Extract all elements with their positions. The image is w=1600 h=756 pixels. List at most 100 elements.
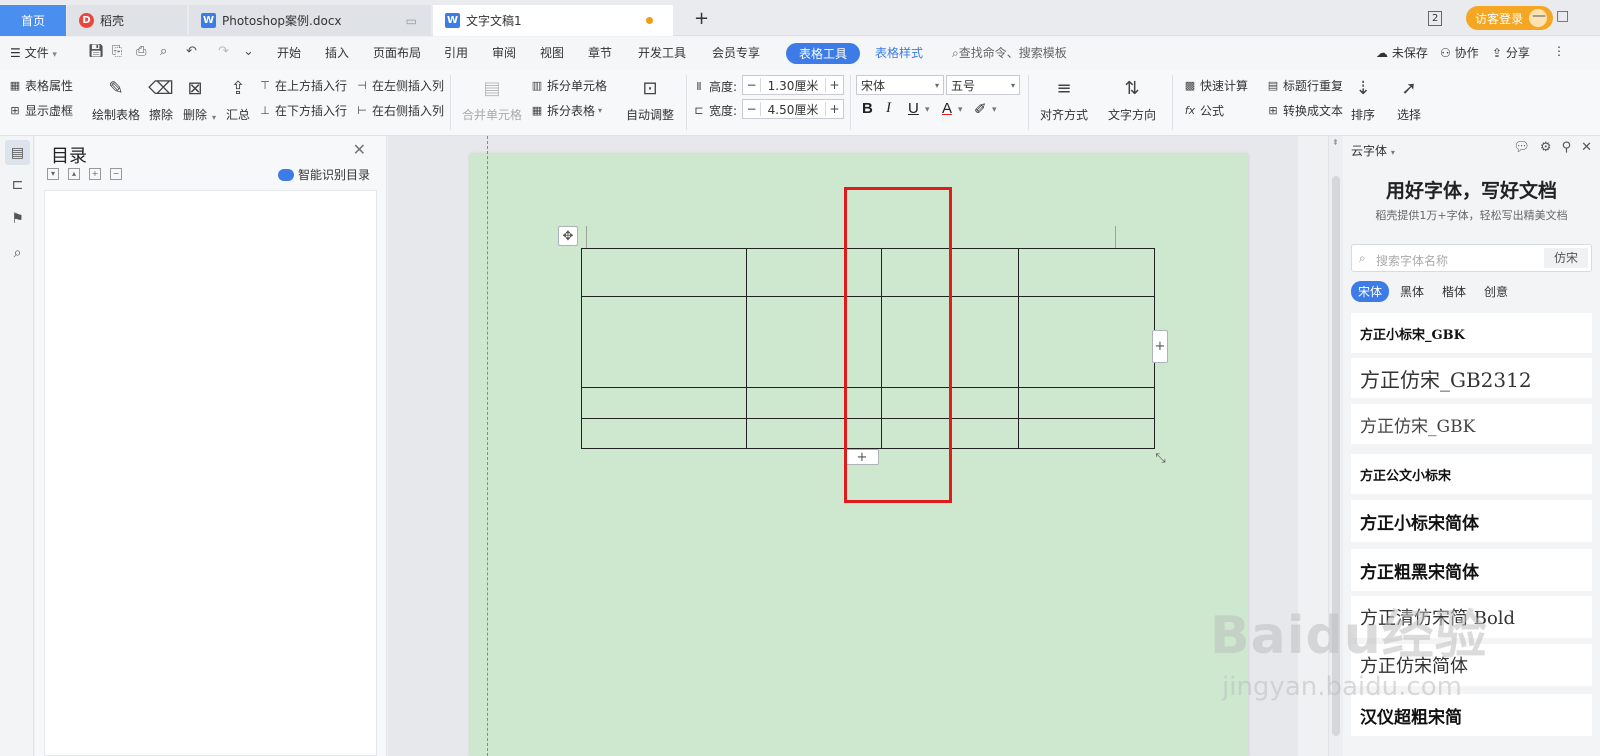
font-item[interactable]: 方正清仿宋简 Bold [1351, 596, 1592, 638]
collaborate-button[interactable]: ⚇ 协作 [1440, 44, 1479, 61]
menu-page-layout[interactable]: 页面布局 [373, 44, 421, 61]
summary-button[interactable]: ⇪ 汇总 [225, 75, 251, 123]
font-item[interactable]: 方正公文小标宋 [1351, 454, 1592, 494]
more-icon[interactable]: ⋮ [1553, 44, 1565, 58]
align-button[interactable]: ≡ 对齐方式 [1040, 75, 1088, 123]
table-cell[interactable] [1018, 387, 1155, 419]
expand-icon[interactable]: ▴ [68, 168, 80, 180]
increase-width-button[interactable]: + [825, 102, 843, 116]
bookmark-icon[interactable]: ⚑ [9, 210, 26, 227]
document-canvas[interactable]: ✥ + + ⤡ [388, 136, 1298, 756]
show-grid-button[interactable]: ⊞ 显示虚框 [8, 102, 73, 119]
chevron-down-icon[interactable]: ▾ [958, 105, 963, 115]
table-cell[interactable] [581, 296, 747, 388]
draw-table-button[interactable]: ✎ 绘制表格 [92, 75, 140, 123]
menu-developer[interactable]: 开发工具 [638, 44, 686, 61]
navigation-icon[interactable]: ⊏ [9, 176, 26, 193]
unsaved-status[interactable]: ☁ 未保存 [1376, 44, 1428, 61]
menu-chapter[interactable]: 章节 [588, 44, 612, 61]
category-heiti[interactable]: 黑体 [1393, 281, 1431, 302]
menu-table-style[interactable]: 表格样式 [875, 44, 923, 61]
table-cell[interactable] [1018, 248, 1155, 297]
height-stepper[interactable]: −1.30厘米 + [742, 75, 844, 95]
table-properties-button[interactable]: ▦ 表格属性 [8, 77, 73, 94]
formula-button[interactable]: fx 公式 [1183, 102, 1224, 119]
font-color-button[interactable]: A [942, 100, 952, 117]
increase-height-button[interactable]: + [825, 78, 843, 92]
insert-row-below-button[interactable]: ⊥ 在下方插入行 [258, 102, 347, 119]
font-item[interactable]: 方正仿宋_GB2312 [1351, 358, 1592, 398]
new-tab-button[interactable]: + [694, 8, 709, 29]
search-icon[interactable]: ⌕ [9, 244, 26, 261]
window-count-badge[interactable]: 2 [1428, 6, 1443, 30]
category-creative[interactable]: 创意 [1477, 281, 1515, 302]
font-item[interactable]: 方正小标宋_GBK [1351, 313, 1592, 353]
convert-to-text-button[interactable]: ⊞ 转换成文本 [1266, 102, 1343, 119]
insert-row-above-button[interactable]: ⊤ 在上方插入行 [258, 77, 347, 94]
decrease-width-button[interactable]: − [743, 102, 761, 116]
width-stepper[interactable]: −4.50厘米 + [742, 99, 844, 119]
underline-button[interactable]: U [908, 100, 919, 117]
menu-review[interactable]: 审阅 [492, 44, 516, 61]
table-cell[interactable] [1018, 296, 1155, 388]
chat-icon[interactable]: 💬︎ [1513, 140, 1530, 155]
print-icon[interactable]: ⎙ [136, 44, 146, 59]
text-direction-button[interactable]: ⇅ 文字方向 [1108, 75, 1156, 123]
font-search-suggestion[interactable]: 仿宋 [1543, 248, 1588, 268]
erase-button[interactable]: ⌫ 擦除 [148, 75, 174, 123]
tab-document-1[interactable]: W 文字文稿1 [433, 5, 673, 36]
menu-reference[interactable]: 引用 [444, 44, 468, 61]
menu-view[interactable]: 视图 [540, 44, 564, 61]
close-icon[interactable]: ✕ [1581, 140, 1592, 155]
chevron-down-icon[interactable]: ▾ [992, 105, 997, 115]
file-menu[interactable]: ☰ 文件 ▾ [10, 44, 57, 61]
command-search[interactable]: ⌕查找命令、搜索模板 [952, 44, 1067, 61]
tab-home[interactable]: 首页 [0, 5, 66, 36]
merge-cells-button[interactable]: ▤ 合并单元格 [462, 75, 522, 123]
menu-insert[interactable]: 插入 [325, 44, 349, 61]
font-item[interactable]: 方正小标宋简体 [1351, 500, 1592, 542]
undo-icon[interactable]: ↶ [186, 44, 197, 59]
resize-table-icon[interactable]: ⤡ [1152, 450, 1169, 467]
table-cell[interactable] [581, 418, 747, 449]
add-icon[interactable]: + [89, 168, 101, 180]
export-icon[interactable]: ⎘ [112, 44, 122, 59]
font-name-select[interactable]: 宋体 ▾ [856, 75, 944, 95]
redo-icon[interactable]: ↷ [218, 44, 229, 59]
maximize-button[interactable]: □ [1556, 4, 1569, 28]
remove-icon[interactable]: − [110, 168, 122, 180]
font-item[interactable]: 方正仿宋简体 [1351, 644, 1592, 686]
collapse-icon[interactable]: ▾ [47, 168, 59, 180]
insert-col-right-button[interactable]: ⊢ 在右侧插入列 [355, 102, 444, 119]
quick-calc-button[interactable]: ▩ 快速计算 [1183, 77, 1248, 94]
share-button[interactable]: ⇪ 分享 [1492, 44, 1530, 61]
font-search[interactable]: ⌕ 搜索字体名称 仿宋 [1351, 244, 1592, 272]
decrease-height-button[interactable]: − [743, 78, 761, 92]
font-item[interactable]: 方正仿宋_GBK [1351, 404, 1592, 444]
close-icon[interactable]: ✕ [353, 140, 366, 159]
minimize-button[interactable]: — [1532, 4, 1546, 28]
scrollbar-thumb[interactable] [1332, 176, 1340, 736]
table-move-handle[interactable]: ✥ [558, 226, 578, 246]
font-size-select[interactable]: 五号 ▾ [946, 75, 1020, 95]
scroll-up-icon[interactable]: ⇞ [1332, 138, 1339, 147]
table-cell[interactable] [581, 387, 747, 419]
category-songti[interactable]: 宋体 [1351, 281, 1390, 302]
bold-button[interactable]: B [862, 100, 873, 117]
pin-icon[interactable]: ⚲ [1562, 140, 1572, 155]
chevron-down-icon[interactable]: ▾ [925, 105, 930, 115]
menu-member[interactable]: 会员专享 [712, 44, 760, 61]
highlight-icon[interactable]: ✐ [974, 100, 987, 118]
table-cell[interactable] [1018, 418, 1155, 449]
font-item[interactable]: 汉仪超粗宋简 [1351, 694, 1592, 736]
insert-col-left-button[interactable]: ⊣ 在左侧插入列 [355, 77, 444, 94]
toc-panel-icon[interactable]: ▤ [5, 140, 30, 165]
select-button[interactable]: ➚ 选择 [1396, 75, 1422, 123]
font-item[interactable]: 方正粗黑宋简体 [1351, 549, 1592, 591]
vertical-scrollbar[interactable]: ⇞ [1328, 136, 1343, 756]
tab-photoshop-doc[interactable]: W Photoshop案例.docx ▭ [189, 5, 431, 36]
add-column-button[interactable]: + [1152, 330, 1168, 363]
category-kaiti[interactable]: 楷体 [1435, 281, 1473, 302]
tab-daoke[interactable]: D 稻壳 [67, 5, 187, 36]
sort-button[interactable]: ⇣ 排序 [1350, 75, 1376, 123]
